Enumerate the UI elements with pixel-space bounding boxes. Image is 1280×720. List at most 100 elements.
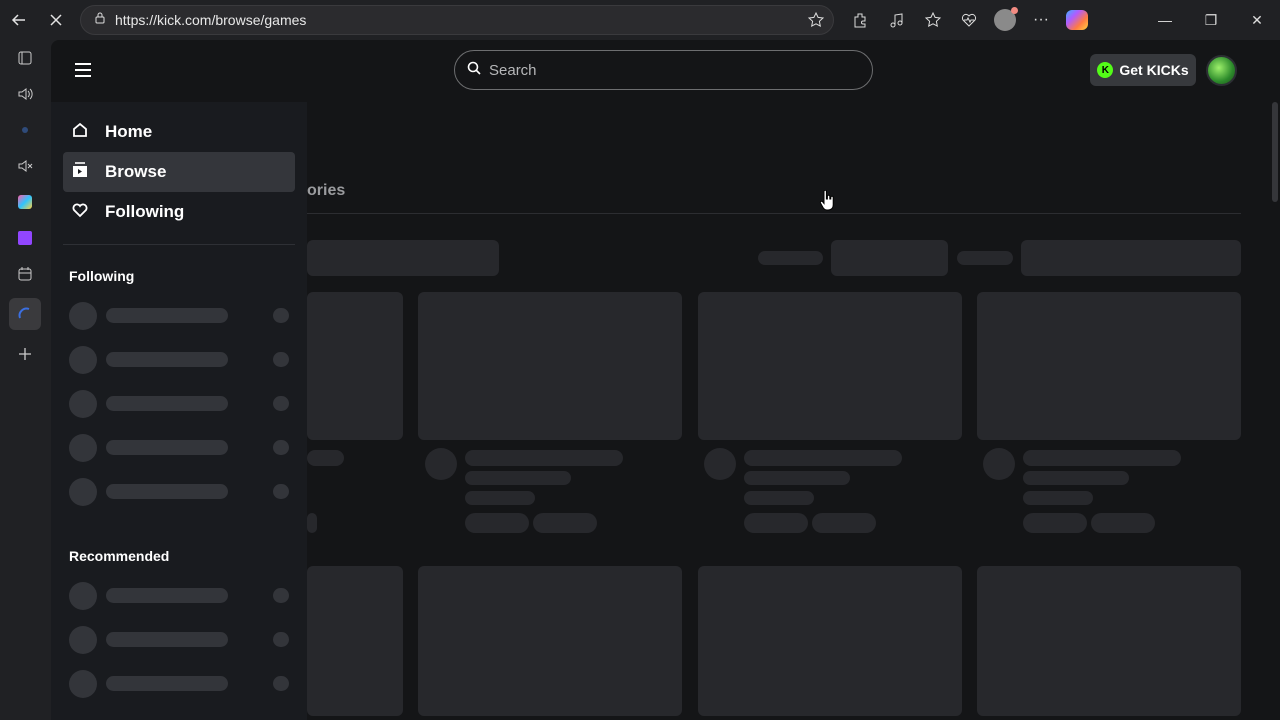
channel-name-skeleton — [106, 440, 228, 455]
user-avatar[interactable] — [1206, 55, 1237, 86]
card-line-skeleton — [307, 450, 344, 466]
card-thumb-skeleton — [418, 292, 682, 440]
reload-icon[interactable] — [40, 4, 72, 36]
extensions-icon[interactable] — [845, 4, 877, 36]
tabs-divider — [307, 213, 1241, 214]
card-thumb-skeleton — [307, 292, 403, 440]
card-line-skeleton — [465, 491, 535, 505]
favorites-icon[interactable] — [917, 4, 949, 36]
tab-actions-icon[interactable] — [9, 46, 41, 70]
card-line-skeleton — [1023, 450, 1181, 466]
channel-count-skeleton — [273, 632, 289, 647]
back-icon[interactable] — [3, 4, 35, 36]
channel-count-skeleton — [273, 484, 289, 499]
card-thumb-skeleton — [698, 566, 962, 716]
hand-cursor-icon — [819, 189, 835, 217]
star-icon[interactable] — [807, 11, 825, 34]
channel-count-skeleton — [273, 396, 289, 411]
card-thumb-skeleton — [977, 566, 1241, 716]
channel-avatar-skeleton — [69, 390, 97, 418]
address-bar[interactable]: https://kick.com/browse/games — [80, 5, 834, 35]
media-icon[interactable] — [881, 4, 913, 36]
nav-browse-label: Browse — [105, 162, 167, 181]
card-tag-skeleton — [465, 513, 529, 533]
channel-avatar-skeleton — [69, 670, 97, 698]
channel-count-skeleton — [273, 352, 289, 367]
channel-name-skeleton — [106, 396, 228, 411]
hamburger-menu-icon[interactable] — [73, 60, 93, 80]
channel-count-skeleton — [273, 440, 289, 455]
loading-dot-icon[interactable] — [9, 118, 41, 142]
kick-page: Search K Get KICKs ories Home Browse Fol… — [51, 40, 1280, 720]
channel-avatar-skeleton — [69, 302, 97, 330]
sort-skeleton — [1021, 240, 1241, 276]
card-line-skeleton — [744, 450, 902, 466]
heart-icon — [71, 201, 89, 224]
url-text: https://kick.com/browse/games — [115, 12, 307, 28]
card-line-skeleton — [1023, 471, 1129, 485]
channel-name-skeleton — [106, 308, 228, 323]
top-navbar: Search K Get KICKs — [51, 40, 1280, 102]
close-button[interactable]: ✕ — [1234, 0, 1280, 40]
card-thumb-skeleton — [698, 292, 962, 440]
channel-name-skeleton — [106, 676, 228, 691]
sort-skeleton — [758, 251, 823, 265]
page-scrollbar[interactable] — [1270, 40, 1280, 720]
channel-avatar-skeleton — [69, 626, 97, 654]
lock-icon — [93, 11, 107, 30]
muted-speaker-icon[interactable] — [9, 154, 41, 178]
nav-home[interactable]: Home — [63, 112, 295, 152]
browser-toolbar: https://kick.com/browse/games ··· — ❐ ✕ — [0, 0, 1280, 40]
get-kicks-button[interactable]: K Get KICKs — [1090, 54, 1196, 86]
filter-skeleton — [307, 240, 499, 276]
profile-icon[interactable] — [989, 4, 1021, 36]
card-line-skeleton — [465, 450, 623, 466]
edge-sidebar — [0, 40, 50, 720]
card-tag-skeleton — [307, 513, 317, 533]
search-placeholder: Search — [489, 61, 537, 79]
calendar-icon[interactable] — [9, 262, 41, 286]
kicks-coin-icon: K — [1097, 62, 1114, 78]
card-thumb-skeleton — [977, 292, 1241, 440]
card-tag-skeleton — [812, 513, 876, 533]
sort-skeleton — [957, 251, 1013, 265]
card-line-skeleton — [465, 471, 571, 485]
card-avatar-skeleton — [704, 448, 736, 480]
nav-home-label: Home — [105, 122, 153, 141]
card-avatar-skeleton — [983, 448, 1015, 480]
search-input[interactable]: Search — [454, 50, 873, 90]
twitch-icon[interactable] — [9, 226, 41, 250]
channel-avatar-skeleton — [69, 478, 97, 506]
more-icon[interactable]: ··· — [1025, 4, 1057, 36]
channel-count-skeleton — [273, 676, 289, 691]
restore-button[interactable]: ❐ — [1188, 0, 1234, 40]
card-thumb-skeleton — [418, 566, 682, 716]
following-section-title: Following — [69, 268, 135, 284]
channel-name-skeleton — [106, 588, 228, 603]
scrollbar-thumb[interactable] — [1272, 102, 1278, 202]
card-avatar-skeleton — [425, 448, 457, 480]
card-line-skeleton — [744, 491, 814, 505]
minimize-button[interactable]: — — [1142, 0, 1188, 40]
channel-count-skeleton — [273, 308, 289, 323]
card-thumb-skeleton — [307, 566, 403, 716]
recommended-section-title: Recommended — [69, 548, 170, 564]
categories-tab[interactable]: ories — [307, 182, 345, 200]
health-icon[interactable] — [953, 4, 985, 36]
nav-following[interactable]: Following — [63, 192, 295, 232]
get-kicks-label: Get KICKs — [1119, 62, 1189, 78]
kick-tab-icon[interactable] — [9, 298, 41, 330]
tab-app-icon[interactable] — [9, 190, 41, 214]
channel-avatar-skeleton — [69, 582, 97, 610]
card-line-skeleton — [744, 471, 850, 485]
nav-browse[interactable]: Browse — [63, 152, 295, 192]
card-tag-skeleton — [744, 513, 808, 533]
speaker-icon[interactable] — [9, 82, 41, 106]
copilot-icon[interactable] — [1061, 4, 1093, 36]
add-tab-icon[interactable] — [9, 342, 41, 366]
card-tag-skeleton — [1023, 513, 1087, 533]
channel-avatar-skeleton — [69, 434, 97, 462]
channel-avatar-skeleton — [69, 346, 97, 374]
drawer-divider — [63, 244, 295, 245]
channel-name-skeleton — [106, 352, 228, 367]
